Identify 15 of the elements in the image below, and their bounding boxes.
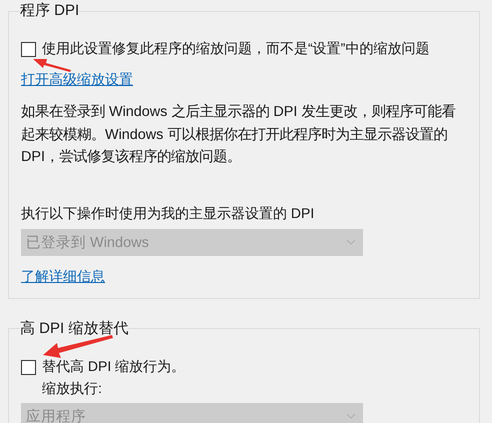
arrow-drawing <box>42 334 114 360</box>
chevron-down-icon <box>346 239 356 245</box>
checkbox[interactable] <box>21 360 36 374</box>
group-title: 高 DPI 缩放替代 <box>20 320 128 336</box>
checkbox-label: 替代高 DPI 缩放行为。 <box>42 356 186 376</box>
dropdown-label: 执行以下操作时使用为我的主显示器设置的 DPI <box>21 204 314 220</box>
link[interactable]: 了解详细信息 <box>21 266 105 286</box>
link[interactable]: 打开高级缩放设置 <box>21 69 133 89</box>
scaling-label: 缩放执行: <box>42 378 103 398</box>
description-text: 如果在登录到 Windows 之后主显示器的 DPI 发生更改，则程序可能看起来较模糊。Windows 可以根据你在打开此程序时为主显示器设置的 DPI，尝试修复该程序的缩放问题。 <box>21 102 456 167</box>
arrow-drawing <box>32 57 72 72</box>
checkbox-label: 使用此设置修复此程序的缩放问题，而不是“设置”中的缩放问题 <box>42 39 430 58</box>
group-title: 程序 DPI <box>20 3 80 19</box>
checkbox[interactable] <box>21 42 36 57</box>
chevron-down-icon <box>346 413 356 419</box>
